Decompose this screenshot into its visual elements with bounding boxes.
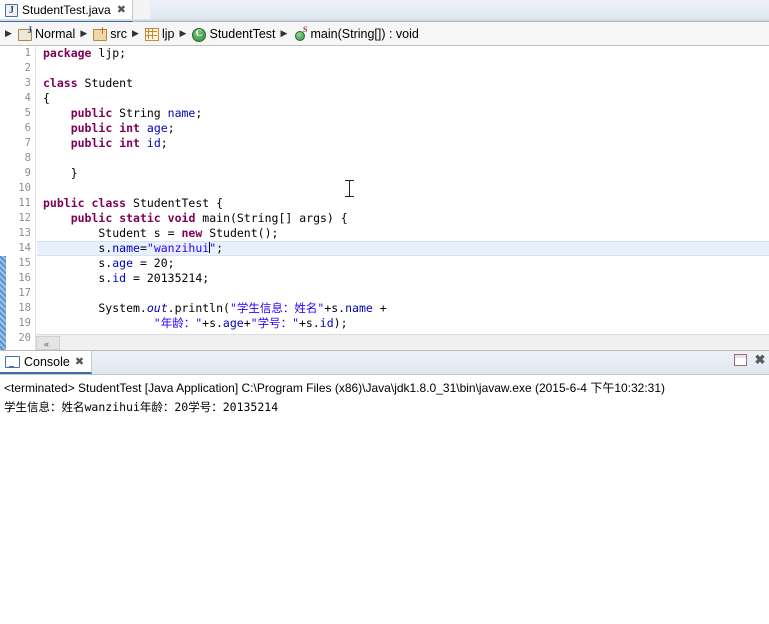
- breadcrumb: ▶ Normal ▶ src ▶ ljp ▶ StudentTest ▶ mai…: [0, 22, 769, 46]
- console-status-line: <terminated> StudentTest [Java Applicati…: [4, 381, 666, 395]
- tab-bar-background: [150, 0, 769, 21]
- line-number: 14: [18, 242, 31, 254]
- editor-tab-bar: StudentTest.java ✖: [0, 0, 769, 22]
- java-project-icon: [17, 25, 32, 41]
- console-tab-bar: Console ✖ ✖: [0, 351, 769, 375]
- line-number: 5: [24, 107, 31, 119]
- breadcrumb-item-main-method[interactable]: main(String[]) : void: [291, 25, 421, 41]
- code-line-9: }: [43, 166, 78, 180]
- breadcrumb-label: ljp: [161, 26, 175, 41]
- java-method-icon: [293, 25, 308, 41]
- line-number: 3: [24, 77, 31, 89]
- breadcrumb-item-ljp[interactable]: ljp: [142, 27, 177, 41]
- java-class-icon: [191, 27, 207, 42]
- console-toolbar: ✖: [734, 353, 766, 366]
- breadcrumb-label: main(String[]) : void: [310, 26, 419, 41]
- code-line-15: s.age = 20;: [43, 256, 175, 270]
- maximize-icon[interactable]: [734, 354, 747, 366]
- console-tab[interactable]: Console ✖: [0, 351, 93, 374]
- scroll-left-arrow-icon[interactable]: «: [44, 340, 49, 349]
- code-line-6: public int age;: [70, 121, 175, 135]
- line-number: 20: [18, 332, 31, 344]
- code-editor[interactable]: 1 2 3 4 5 6 7 8 9 10 11 12 13 14 15 16 1…: [0, 46, 769, 351]
- breadcrumb-label: StudentTest: [209, 26, 276, 41]
- line-number: 18: [18, 302, 31, 314]
- line-number: 15: [18, 257, 31, 269]
- chevron-right-icon: ▶: [5, 28, 12, 38]
- code-text-area[interactable]: package ljp; class Student { public Stri…: [37, 46, 769, 350]
- console-program-output: 学生信息：姓名wanzihui年龄：20学号：20135214: [4, 400, 279, 414]
- console-tab-bar-background: [88, 351, 769, 374]
- editor-horizontal-scrollbar[interactable]: «: [36, 334, 769, 350]
- code-line-1: package ljp;: [43, 46, 127, 60]
- chevron-right-icon: ▶: [80, 28, 88, 38]
- code-line-19: "年龄："+s.age+"学号："+s.id);: [153, 316, 348, 330]
- line-number: 2: [24, 62, 31, 74]
- console-output-panel[interactable]: <terminated> StudentTest [Java Applicati…: [0, 375, 769, 561]
- line-number-gutter: 1 2 3 4 5 6 7 8 9 10 11 12 13 14 15 16 1…: [6, 46, 36, 350]
- editor-tab-studenttest[interactable]: StudentTest.java ✖: [0, 0, 133, 22]
- line-number: 16: [18, 272, 31, 284]
- close-view-icon[interactable]: ✖: [754, 353, 766, 366]
- code-line-4: {: [43, 91, 50, 105]
- code-line-12: public static void main(String[] args) {: [70, 211, 348, 225]
- line-number: 8: [24, 152, 31, 164]
- code-line-16: s.id = 20135214;: [43, 271, 210, 285]
- chevron-right-icon: ▶: [179, 28, 187, 38]
- line-number: 19: [18, 317, 31, 329]
- java-file-icon: [5, 3, 18, 17]
- chevron-right-icon: ▶: [280, 28, 288, 38]
- source-folder-icon: [92, 26, 108, 41]
- console-tab-label: Console: [24, 354, 70, 369]
- code-line-14: s.name="wanzihui";: [37, 241, 769, 256]
- close-icon[interactable]: ✖: [75, 355, 84, 368]
- code-line-7: public int id;: [70, 136, 168, 150]
- chevron-right-icon: ▶: [132, 28, 139, 38]
- breadcrumb-item-normal[interactable]: Normal: [15, 25, 77, 41]
- line-number: 10: [18, 182, 31, 194]
- package-icon: [144, 27, 159, 41]
- line-number: 12: [18, 212, 31, 224]
- line-number: 9: [24, 167, 31, 179]
- code-line-5: public String name;: [70, 106, 203, 120]
- editor-tab-label: StudentTest.java: [22, 3, 111, 17]
- close-icon[interactable]: ✖: [117, 4, 126, 16]
- breadcrumb-label: src: [110, 26, 127, 41]
- code-line-18: System.out.println("学生信息：姓名"+s.name +: [43, 301, 387, 315]
- line-number: 17: [18, 287, 31, 299]
- line-number: 11: [18, 197, 31, 209]
- line-number: 7: [24, 137, 31, 149]
- code-line-3: class Student: [43, 76, 134, 90]
- breadcrumb-item-studenttest[interactable]: StudentTest: [189, 26, 277, 42]
- code-line-11: public class StudentTest {: [43, 196, 224, 210]
- line-number: 13: [18, 227, 31, 239]
- breadcrumb-label: Normal: [35, 26, 76, 41]
- line-number: 1: [24, 47, 31, 59]
- line-number: 6: [24, 122, 31, 134]
- code-line-13: Student s = new Student();: [43, 226, 279, 240]
- scrollbar-thumb[interactable]: «: [36, 336, 60, 350]
- console-icon: [5, 355, 20, 368]
- line-number: 4: [24, 92, 31, 104]
- breadcrumb-item-src[interactable]: src: [90, 26, 129, 41]
